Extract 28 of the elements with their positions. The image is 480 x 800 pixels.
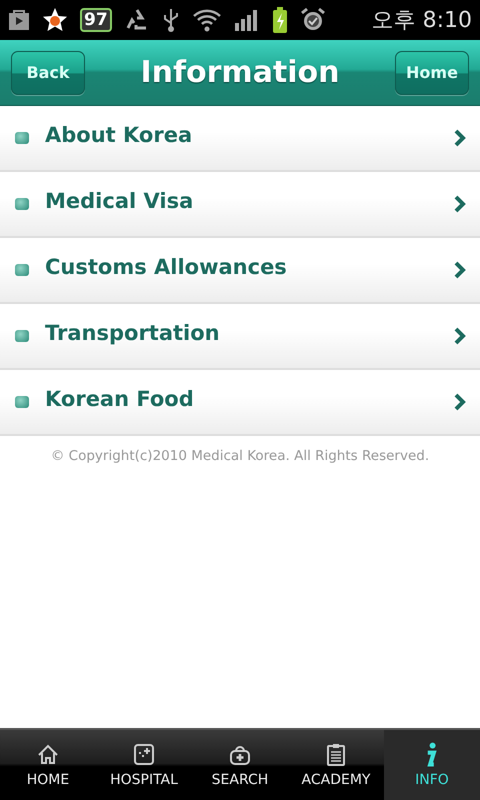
alarm-icon (300, 7, 326, 33)
tab[interactable]: ACADEMY (288, 730, 384, 800)
copyright-text: © Copyright(c)2010 Medical Korea. All Rights Reserved. (50, 447, 430, 464)
page-title: Information (140, 55, 340, 90)
chevron-right-icon (454, 261, 466, 279)
battery-charging-icon (272, 7, 288, 33)
back-button[interactable]: Back (11, 50, 85, 94)
tab[interactable]: HOME (0, 730, 96, 800)
bullet-icon (15, 330, 29, 342)
hospital-icon (131, 742, 157, 768)
bullet-icon (15, 132, 29, 144)
chevron-right-icon (454, 393, 466, 411)
star-icon (42, 7, 68, 33)
tab[interactable]: HOSPITAL (96, 730, 192, 800)
bullet-icon (15, 198, 29, 210)
bullet-icon (15, 264, 29, 276)
tab[interactable]: SEARCH (192, 730, 288, 800)
chevron-right-icon (454, 195, 466, 213)
usb-icon (162, 7, 180, 33)
bullet-icon (15, 396, 29, 408)
info-icon (426, 742, 438, 768)
tab[interactable]: INFO (384, 730, 480, 800)
notification-badge: 97 (80, 8, 112, 32)
chevron-right-icon (454, 129, 466, 147)
signal-icon (234, 9, 260, 31)
chevron-right-icon (454, 327, 466, 345)
clock: 오후 8:10 (372, 7, 472, 35)
wifi-icon (192, 8, 222, 32)
